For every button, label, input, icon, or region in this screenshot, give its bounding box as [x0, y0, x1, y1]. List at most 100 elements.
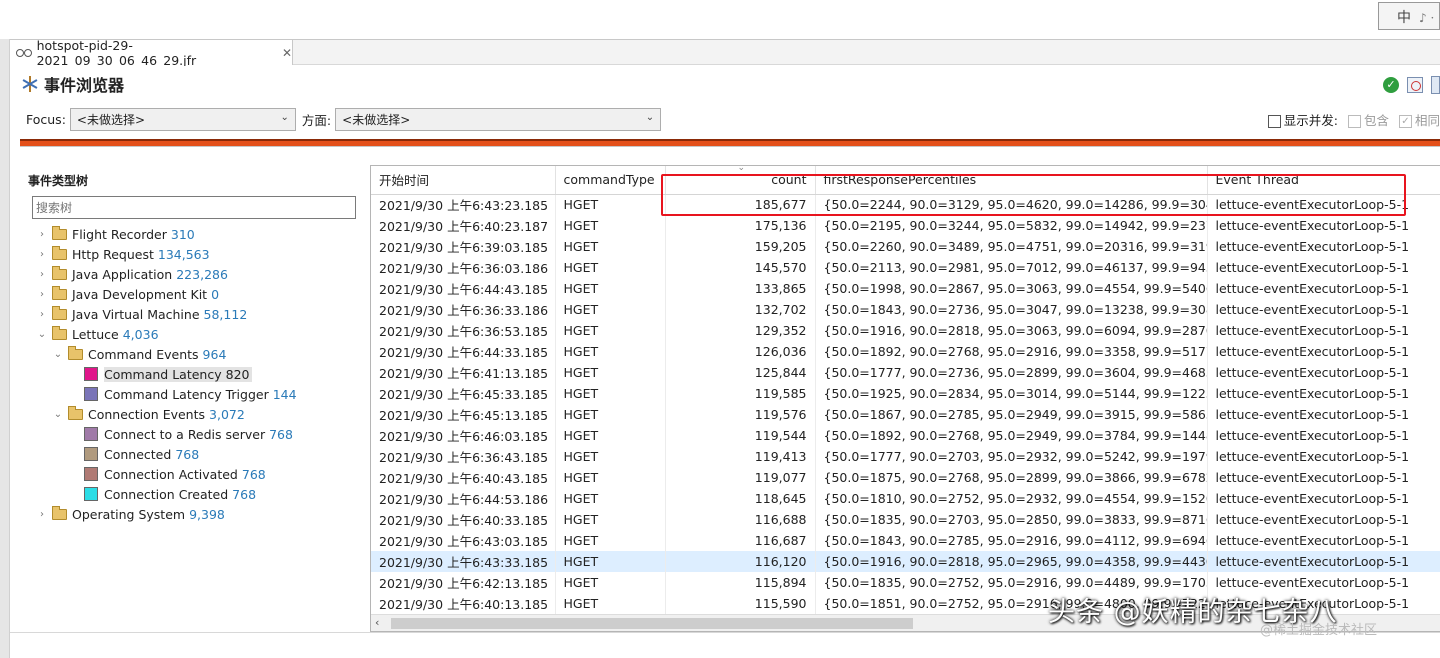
tree-item[interactable]: ⌄ Command Events 964 — [20, 344, 365, 364]
table-row[interactable]: 2021/9/30 上午6:44:33.185 HGET 126,036 {50.0=… — [371, 341, 1440, 362]
cell-percentiles: {50.0=1835, 90.0=2703, 95.0=2850, 99.0=3… — [815, 509, 1208, 530]
show-concurrent-checkbox[interactable]: 显示并发: — [1267, 110, 1338, 129]
expand-toggle-icon[interactable]: ⌄ — [36, 329, 48, 340]
chevron-left-icon[interactable]: ‹ — [375, 616, 379, 629]
table-row[interactable]: 2021/9/30 上午6:40:43.185 HGET 119,077 {50.0=… — [371, 467, 1440, 488]
tree-item[interactable]: › Java Virtual Machine 58,112 — [20, 304, 365, 324]
folder-icon — [52, 225, 67, 240]
check-icon[interactable]: ✓ — [1383, 77, 1399, 93]
checkbox-box[interactable]: ✓ — [1398, 115, 1412, 128]
cell-start-time: 2021/9/30 上午6:44:43.185 — [371, 278, 556, 299]
checkbox-box[interactable] — [1347, 115, 1361, 128]
tree-item[interactable]: ⌄ Connection Events 3,072 — [20, 404, 365, 424]
table-row[interactable]: 2021/9/30 上午6:44:53.186 HGET 118,645 {50.0=… — [371, 488, 1440, 509]
expand-toggle-icon[interactable]: › — [36, 229, 48, 240]
tree-item[interactable]: › Operating System 9,398 — [20, 504, 365, 524]
table-row[interactable]: 2021/9/30 上午6:40:23.187 HGET 175,136 {50.0=… — [371, 215, 1440, 236]
tree-item-text: Command Events 964 — [88, 347, 226, 362]
contain-label: 包含 — [1363, 113, 1389, 128]
table-row[interactable]: 2021/9/30 上午6:43:03.185 HGET 116,687 {50.0=… — [371, 530, 1440, 551]
cell-count: 159,205 — [665, 236, 816, 257]
expand-toggle-icon[interactable]: › — [36, 269, 48, 280]
cell-command-type: HGET — [555, 383, 666, 404]
columns-icon[interactable] — [1431, 76, 1440, 94]
table-row[interactable]: 2021/9/30 上午6:41:13.185 HGET 125,844 {50.0=… — [371, 362, 1440, 383]
column-header-percentiles[interactable]: firstResponsePercentiles — [815, 166, 1208, 195]
scrollbar-thumb[interactable] — [391, 618, 913, 629]
cell-percentiles: {50.0=1892, 90.0=2768, 95.0=2949, 99.0=3… — [815, 425, 1208, 446]
checkbox-box[interactable] — [1267, 115, 1281, 128]
configure-icon[interactable] — [1407, 77, 1423, 93]
table-row[interactable]: 2021/9/30 上午6:44:43.185 HGET 133,865 {50.0=… — [371, 278, 1440, 299]
table-row[interactable]: 2021/9/30 上午6:39:03.185 HGET 159,205 {50.0=… — [371, 236, 1440, 257]
column-header-command-type[interactable]: commandType — [555, 166, 666, 195]
table-header-row: 开始时间 commandType ⌄ count firstResponsePer… — [371, 166, 1440, 195]
table-row[interactable]: 2021/9/30 上午6:40:33.185 HGET 116,688 {50.0=… — [371, 509, 1440, 530]
editor-tab-jfr[interactable]: hotspot-pid-29-2021_09_30_06_46_29.jfr ✕ — [10, 38, 293, 68]
tree-item[interactable]: Connect to a Redis server 768 — [20, 424, 365, 444]
cell-start-time: 2021/9/30 上午6:36:33.186 — [371, 299, 556, 320]
tree-item-label: Command Latency — [104, 366, 222, 382]
expand-toggle-icon[interactable]: › — [36, 509, 48, 520]
expand-toggle-icon[interactable]: › — [36, 249, 48, 260]
expand-toggle-icon[interactable]: ⌄ — [52, 349, 64, 360]
tree-item[interactable]: Connection Activated 768 — [20, 464, 365, 484]
event-type-tree-pane: 事件类型树 › Flight Recorder310 › Http Request13… — [20, 152, 365, 632]
tree-item-text: Flight Recorder 310 — [72, 227, 195, 242]
search-input[interactable] — [32, 196, 356, 219]
expand-toggle-icon[interactable]: ⌄ — [52, 409, 64, 420]
cell-start-time: 2021/9/30 上午6:45:13.185 — [371, 404, 556, 425]
event-color-swatch — [84, 467, 98, 481]
cell-count: 119,413 — [665, 446, 816, 467]
cell-command-type: HGET — [555, 572, 666, 593]
tree-item[interactable]: › Java Development Kit 0 — [20, 284, 365, 304]
tree-item[interactable]: Connection Created 768 — [20, 484, 365, 504]
table-row[interactable]: 2021/9/30 上午6:43:23.185 HGET 185,677 {50.0=… — [371, 194, 1440, 215]
cell-event-thread: lettuce-eventExecutorLoop-5-1 — [1207, 278, 1440, 299]
same-thread-checkbox[interactable]: ✓ 相同 — [1398, 110, 1440, 129]
table-row[interactable]: 2021/9/30 上午6:45:33.185 HGET 119,585 {50.0=… — [371, 383, 1440, 404]
tree-item-text: Connect to a Redis server 768 — [104, 427, 293, 442]
column-header-start-time[interactable]: 开始时间 — [371, 166, 556, 195]
tree-item[interactable]: › Java Application 223,286 — [20, 264, 365, 284]
ime-indicator[interactable]: 中 ♪ · — [1378, 2, 1440, 30]
expand-toggle-icon[interactable]: › — [36, 309, 48, 320]
cell-command-type: HGET — [555, 551, 666, 572]
tree-item-count: 768 — [175, 446, 200, 462]
column-header-event-thread[interactable]: Event Thread — [1207, 166, 1440, 195]
event-browser-icon — [22, 76, 38, 92]
tree-item[interactable]: Command Latency Trigger 144 — [20, 384, 365, 404]
expand-toggle-icon[interactable]: › — [36, 289, 48, 300]
table-row[interactable]: 2021/9/30 上午6:36:03.186 HGET 145,570 {50.0=… — [371, 257, 1440, 278]
table-row[interactable]: 2021/9/30 上午6:36:33.186 HGET 132,702 {50.0=… — [371, 299, 1440, 320]
cell-start-time: 2021/9/30 上午6:41:13.185 — [371, 362, 556, 383]
cell-percentiles: {50.0=1867, 90.0=2785, 95.0=2949, 99.0=3… — [815, 404, 1208, 425]
tree-item-count: 768 — [241, 466, 266, 482]
table-row[interactable]: 2021/9/30 上午6:36:43.185 HGET 119,413 {50.0=… — [371, 446, 1440, 467]
focus-select-value: <未做选择> — [76, 113, 146, 127]
tree-item[interactable]: Connected 768 — [20, 444, 365, 464]
tree-item-label: Java Virtual Machine — [72, 306, 200, 322]
aspect-select[interactable]: <未做选择> ⌄ — [335, 108, 662, 131]
table-row[interactable]: 2021/9/30 上午6:45:13.185 HGET 119,576 {50.0=… — [371, 404, 1440, 425]
cell-count: 119,576 — [665, 404, 816, 425]
contain-checkbox[interactable]: 包含 — [1347, 110, 1389, 129]
tree-item[interactable]: › Flight Recorder 310 — [20, 224, 365, 244]
cell-start-time: 2021/9/30 上午6:36:03.186 — [371, 257, 556, 278]
table-row[interactable]: 2021/9/30 上午6:46:03.185 HGET 119,544 {50.0=… — [371, 425, 1440, 446]
cell-percentiles: {50.0=1916, 90.0=2818, 95.0=2965, 99.0=4… — [815, 551, 1208, 572]
column-header-count[interactable]: ⌄ count — [665, 166, 816, 195]
tree-item[interactable]: ⌄ Lettuce 4,036 — [20, 324, 365, 344]
focus-select[interactable]: <未做选择> ⌄ — [69, 108, 296, 131]
table-row[interactable]: 2021/9/30 上午6:36:53.185 HGET 129,352 {50.0=… — [371, 320, 1440, 341]
cell-start-time: 2021/9/30 上午6:40:23.187 — [371, 215, 556, 236]
tree-item-count: 768 — [269, 426, 293, 442]
focus-label: Focus: — [26, 112, 66, 127]
table-row[interactable]: 2021/9/30 上午6:43:33.185 HGET 116,120 {50.0=… — [371, 551, 1440, 572]
close-icon[interactable]: ✕ — [282, 46, 292, 60]
tree-item-count: 964 — [202, 346, 227, 362]
tree-item[interactable]: › Http Request 134,563 — [20, 244, 365, 264]
tree-item[interactable]: Command Latency 820 — [20, 364, 365, 384]
cell-command-type: HGET — [555, 530, 666, 551]
recording-icon — [16, 48, 32, 58]
